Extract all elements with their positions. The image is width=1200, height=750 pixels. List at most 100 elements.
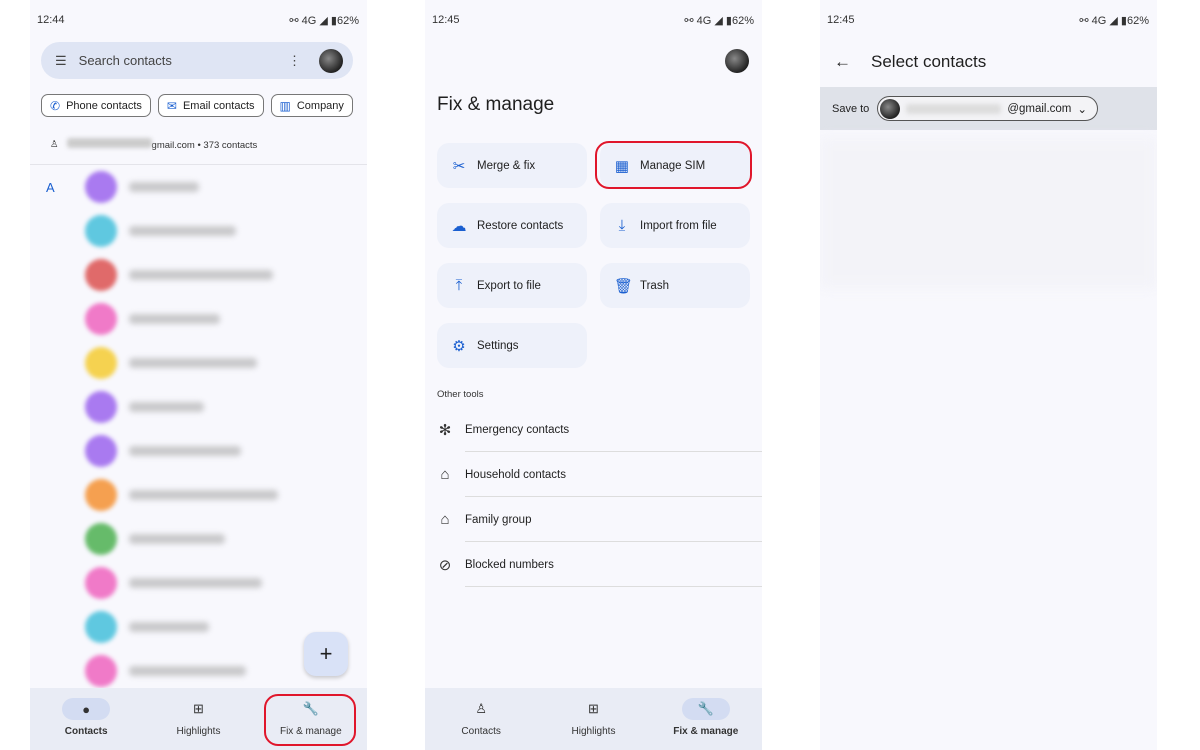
status-icons: ⚯ 4G ◢ ▮62% [684, 15, 754, 27]
more-options-icon[interactable]: ⋮ [288, 53, 301, 69]
contact-list-item[interactable] [85, 523, 225, 555]
status-bar: 12:45 ⚯ 4G ◢ ▮62% [432, 14, 754, 27]
tile-export-to-file[interactable]: ⤒ Export to file [437, 263, 587, 308]
nav-contacts[interactable]: ● Contacts [30, 688, 142, 750]
tile-icon: ⤓ [618, 217, 626, 234]
battery: 62% [336, 15, 359, 27]
contact-list-item[interactable] [85, 479, 278, 511]
loading-list [820, 138, 1157, 288]
contact-name-redacted [129, 270, 273, 280]
contact-avatar [85, 523, 117, 555]
contact-list-item[interactable] [85, 215, 236, 247]
menu-icon[interactable]: ☰ [55, 53, 67, 69]
mail-icon: ✉ [166, 98, 177, 113]
tile-label: Settings [477, 339, 519, 352]
account-info: ♙ gmail.com • 373 contacts [50, 138, 257, 151]
contact-list-item[interactable] [85, 567, 262, 599]
contact-name-redacted [129, 358, 257, 368]
tool-label: Household contacts [465, 468, 567, 481]
highlights-icon: ⊞ [588, 701, 599, 716]
tool-blocked-numbers[interactable]: ⊘ Blocked numbers [437, 542, 762, 587]
account-dropdown[interactable]: @gmail.com ⌄ [877, 96, 1099, 121]
add-contact-button[interactable]: + [304, 632, 348, 676]
tool-household-contacts[interactable]: ⌂ Household contacts [437, 452, 762, 497]
nav-label: Contacts [461, 726, 501, 737]
highlight-ring [264, 694, 356, 746]
tile-restore-contacts[interactable]: ☁ Restore contacts [437, 203, 587, 248]
contact-avatar [85, 303, 117, 335]
chip-label: Phone contacts [66, 99, 142, 112]
tile-label: Trash [640, 279, 669, 292]
time: 12:45 [827, 14, 855, 26]
battery: 62% [731, 15, 754, 27]
tile-import-from-file[interactable]: ⤓ Import from file [600, 203, 750, 248]
contact-name-redacted [129, 226, 236, 236]
contact-list-item[interactable] [85, 303, 220, 335]
search-input[interactable]: Search contacts [79, 53, 288, 68]
tool-label: Emergency contacts [465, 423, 570, 436]
avatar [880, 98, 901, 119]
tool-icon: ✻ [438, 421, 452, 439]
contact-name-redacted [129, 446, 241, 456]
contact-list-item[interactable] [85, 259, 273, 291]
tool-family-group[interactable]: ⌂ Family group [437, 497, 762, 542]
tool-icon: ⌂ [440, 511, 450, 528]
nav-contacts[interactable]: ♙ Contacts [425, 688, 537, 750]
chip-label: Company [296, 99, 344, 112]
chevron-down-icon: ⌄ [1077, 103, 1088, 116]
nav-label: Fix & manage [673, 726, 739, 737]
divider [465, 586, 762, 587]
battery: 62% [1126, 15, 1149, 27]
chip-company[interactable]: ▥ Company [270, 94, 353, 117]
tool-icon: ⊘ [438, 556, 452, 574]
nav-label: Highlights [176, 726, 221, 737]
contact-list-item[interactable] [85, 611, 209, 643]
avatar[interactable] [319, 48, 343, 73]
account-email: @gmail.com [1007, 102, 1072, 115]
back-arrow-icon[interactable]: ← [834, 52, 851, 72]
contact-list-item[interactable] [85, 435, 241, 467]
status-icons: ⚯ 4G ◢ ▮62% [1079, 15, 1149, 27]
tile-icon: ⚙ [452, 337, 466, 355]
tool-label: Family group [465, 513, 532, 526]
tile-icon: 🗑 [614, 277, 634, 295]
tool-emergency-contacts[interactable]: ✻ Emergency contacts [437, 407, 762, 452]
chip-email-contacts[interactable]: ✉ Email contacts [157, 94, 264, 117]
avatar[interactable] [725, 49, 749, 73]
select-contacts-screen: 12:45 ⚯ 4G ◢ ▮62% ← Select contacts Save t… [820, 0, 1157, 750]
chip-label: Email contacts [182, 99, 255, 112]
save-to-label: Save to [832, 102, 870, 115]
save-to-bar: Save to @gmail.com ⌄ [820, 87, 1157, 130]
page-title: Fix & manage [437, 94, 555, 115]
nav-fix-manage[interactable]: 🔧 Fix & manage [650, 688, 762, 750]
contact-name-redacted [129, 182, 199, 192]
contact-list-item[interactable] [85, 655, 246, 687]
building-icon: ▥ [279, 98, 291, 113]
contact-avatar [85, 347, 117, 379]
page-title: Select contacts [871, 52, 987, 71]
tile-settings[interactable]: ⚙ Settings [437, 323, 587, 368]
contact-list-item[interactable] [85, 347, 257, 379]
wrench-icon: 🔧 [681, 698, 730, 720]
search-bar[interactable]: ☰ Search contacts ⋮ [41, 42, 353, 79]
contact-list-item[interactable] [85, 391, 204, 423]
tile-icon: ✂ [452, 157, 466, 175]
contact-list-item[interactable] [85, 171, 199, 203]
tool-icon: ⌂ [440, 466, 450, 483]
fix-manage-screen: 12:45 ⚯ 4G ◢ ▮62% Fix & manage ✂ Merge & f… [425, 0, 762, 750]
nav-label: Contacts [64, 726, 108, 737]
contact-name-redacted [129, 622, 209, 632]
bottom-nav: ♙ Contacts ⊞ Highlights 🔧 Fix & manage [425, 688, 762, 750]
tile-icon: ⤒ [455, 277, 463, 294]
tile-trash[interactable]: 🗑 Trash [600, 263, 750, 308]
highlight-ring [595, 141, 752, 189]
nav-highlights[interactable]: ⊞ Highlights [537, 688, 649, 750]
tool-label: Blocked numbers [465, 558, 554, 571]
nav-label: Highlights [571, 726, 616, 737]
tile-merge-fix[interactable]: ✂ Merge & fix [437, 143, 587, 188]
contact-avatar [85, 655, 117, 687]
time: 12:44 [37, 14, 65, 26]
contact-avatar [85, 479, 117, 511]
chip-phone-contacts[interactable]: ✆ Phone contacts [41, 94, 151, 117]
nav-highlights[interactable]: ⊞ Highlights [142, 688, 254, 750]
